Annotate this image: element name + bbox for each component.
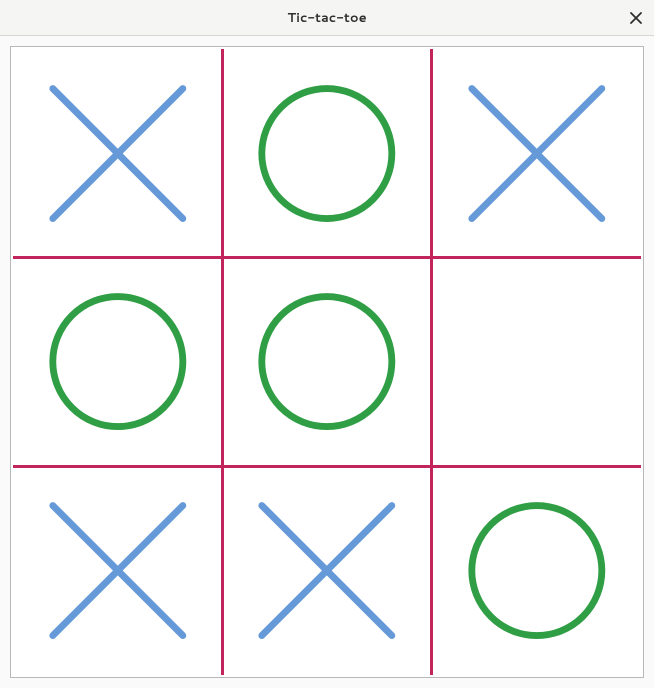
content-area xyxy=(0,36,654,688)
cell-0-0[interactable] xyxy=(13,49,222,258)
o-mark-icon xyxy=(241,276,413,447)
o-mark-icon xyxy=(451,485,623,656)
cell-1-1[interactable] xyxy=(222,258,431,467)
close-button[interactable] xyxy=(626,8,646,28)
o-mark-icon xyxy=(32,276,204,447)
cell-0-2[interactable] xyxy=(432,49,641,258)
cell-0-1[interactable] xyxy=(222,49,431,258)
close-icon xyxy=(630,12,642,24)
x-mark-icon xyxy=(32,485,204,656)
titlebar: Tic-tac-toe xyxy=(0,0,654,36)
cell-1-2[interactable] xyxy=(432,258,641,467)
board-frame xyxy=(10,46,644,678)
x-mark-icon xyxy=(241,485,413,656)
x-mark-icon xyxy=(32,68,204,239)
cell-2-0[interactable] xyxy=(13,466,222,675)
x-mark-icon xyxy=(451,68,623,239)
cell-2-1[interactable] xyxy=(222,466,431,675)
cell-2-2[interactable] xyxy=(432,466,641,675)
o-mark-icon xyxy=(241,68,413,239)
game-board xyxy=(13,49,641,675)
window-title: Tic-tac-toe xyxy=(287,9,366,27)
cell-1-0[interactable] xyxy=(13,258,222,467)
